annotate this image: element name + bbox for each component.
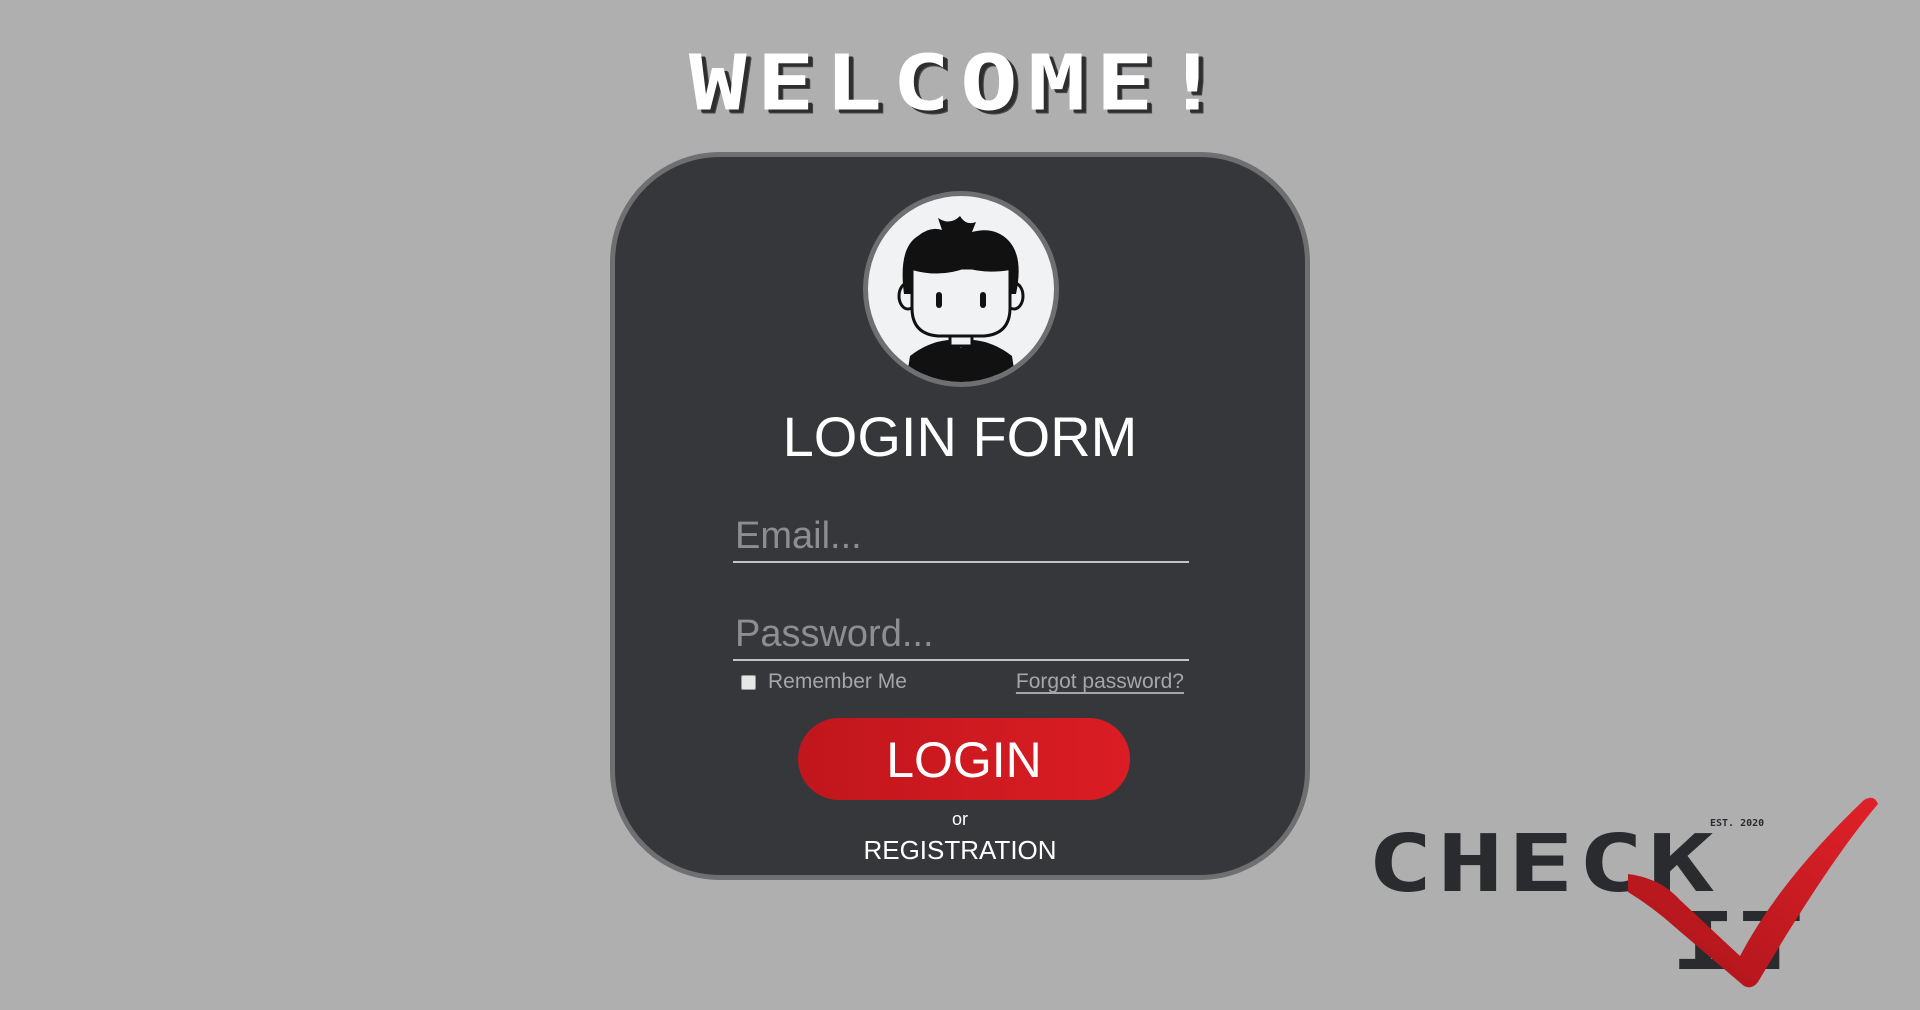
- password-field[interactable]: [733, 609, 1189, 661]
- welcome-heading: WELCOME!: [688, 38, 1232, 128]
- remember-me[interactable]: Remember Me: [741, 669, 907, 695]
- check-it-logo: CHECK EST. 2020 IT: [1360, 760, 1900, 1000]
- login-card: LOGIN FORM Remember Me Forgot password? …: [610, 152, 1310, 880]
- email-field[interactable]: [733, 511, 1189, 563]
- forgot-password-link[interactable]: Forgot password?: [1016, 669, 1184, 695]
- login-button[interactable]: LOGIN: [798, 718, 1130, 800]
- user-avatar-icon: [863, 191, 1059, 387]
- or-separator: or: [951, 809, 968, 829]
- remember-me-checkbox[interactable]: [741, 674, 756, 690]
- registration-link[interactable]: REGISTRATION: [615, 835, 1305, 866]
- login-form-title: LOGIN FORM: [782, 405, 1138, 468]
- checkmark-icon: [1628, 797, 1878, 988]
- remember-me-label: Remember Me: [768, 670, 907, 693]
- login-page: WELCOME! LOGIN FORM Email... Remember Me…: [0, 0, 1920, 1010]
